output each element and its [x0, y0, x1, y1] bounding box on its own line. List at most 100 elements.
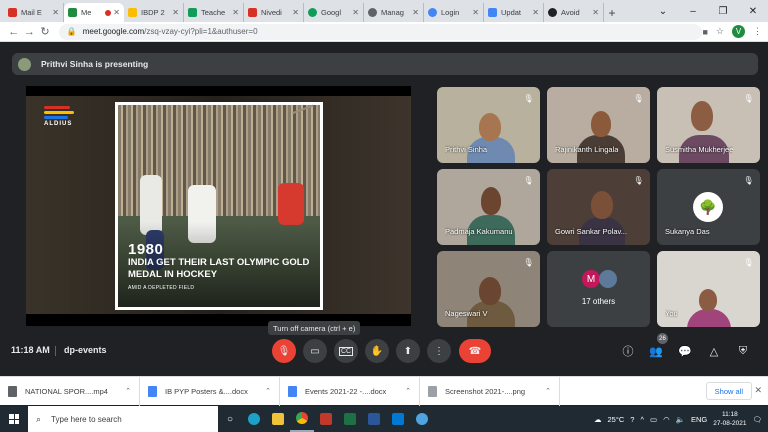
- close-icon[interactable]: ✕: [172, 8, 179, 17]
- back-icon[interactable]: ←: [6, 26, 22, 38]
- taskbar-search-input[interactable]: ⌕ Type here to search: [28, 406, 218, 432]
- chevron-up-icon[interactable]: ^: [640, 415, 644, 424]
- media-icon[interactable]: [314, 406, 338, 432]
- camera-in-use-icon[interactable]: ■: [702, 27, 707, 37]
- raise-hand-button[interactable]: ✋: [365, 339, 389, 363]
- participant-name: Padmaja Kakumanu: [445, 227, 513, 236]
- participant-name: Prithvi Sinha: [445, 145, 488, 154]
- chrome-icon[interactable]: [290, 406, 314, 432]
- weather-icon[interactable]: ☁: [594, 415, 602, 424]
- battery-icon[interactable]: ▭: [650, 415, 657, 424]
- excel-icon[interactable]: [338, 406, 362, 432]
- new-tab-button[interactable]: +: [604, 3, 620, 22]
- participant-tile[interactable]: 🎙 Gowri Sankar Polav...: [547, 169, 650, 245]
- mic-off-icon: 🎙: [633, 94, 644, 103]
- browser-tab[interactable]: Mail E ✕: [4, 3, 64, 22]
- maximize-icon[interactable]: ❐: [708, 6, 738, 17]
- close-icon[interactable]: ✕: [52, 8, 59, 17]
- participant-tile[interactable]: 🎙 Prithvi Sinha: [437, 87, 540, 163]
- wifi-icon[interactable]: ◠: [663, 415, 670, 424]
- download-item[interactable]: Events 2021-22 -....docx ⌃: [280, 376, 420, 406]
- minimize-icon[interactable]: –: [678, 6, 708, 17]
- mic-toggle-button[interactable]: 🎙: [272, 339, 296, 363]
- close-icon[interactable]: ✕: [292, 8, 299, 17]
- clock[interactable]: 11:18 27-08-2021: [713, 410, 746, 428]
- reload-icon[interactable]: ↻: [37, 25, 53, 38]
- people-button[interactable]: 👥: [648, 343, 664, 359]
- others-tile[interactable]: M 17 others: [547, 251, 650, 327]
- mic-off-icon: 🎙: [523, 94, 534, 103]
- chevron-up-icon[interactable]: ⌃: [265, 387, 271, 395]
- close-icon[interactable]: ✕: [113, 8, 120, 17]
- self-tile[interactable]: 🎙 You: [657, 251, 760, 327]
- meeting-details-button[interactable]: ⓘ: [620, 343, 636, 359]
- menu-icon[interactable]: ⋮: [753, 26, 762, 37]
- close-window-icon[interactable]: ✕: [738, 6, 768, 17]
- present-button[interactable]: ⬆: [396, 339, 420, 363]
- bookmark-star-icon[interactable]: ☆: [716, 26, 724, 37]
- browser-tab[interactable]: Updat ✕: [484, 3, 544, 22]
- download-item[interactable]: Screenshot 2021-....png ⌃: [420, 376, 560, 406]
- participant-name: Sukanya Das: [665, 227, 710, 236]
- meet-icon: [68, 8, 77, 17]
- close-icon[interactable]: ✕: [472, 8, 479, 17]
- download-item[interactable]: NATIONAL SPOR....mp4 ⌃: [0, 376, 140, 406]
- browser-tab[interactable]: Login ✕: [424, 3, 484, 22]
- participant-tile[interactable]: 🎙 Padmaja Kakumanu: [437, 169, 540, 245]
- captions-button[interactable]: CC: [334, 339, 358, 363]
- browser-tab[interactable]: Nivedi ✕: [244, 3, 304, 22]
- start-button[interactable]: [0, 406, 28, 432]
- chevron-up-icon[interactable]: ⌃: [545, 387, 551, 395]
- browser-tab[interactable]: Teache ✕: [184, 3, 244, 22]
- word-file-icon: [288, 385, 297, 397]
- mail-icon[interactable]: [386, 406, 410, 432]
- help-icon[interactable]: ?: [630, 415, 634, 424]
- temperature[interactable]: 25°C: [608, 415, 625, 424]
- task-view-icon[interactable]: ○: [218, 406, 242, 432]
- system-tray: ☁ 25°C ? ^ ▭ ◠ 🔈 ENG 11:18 27-08-2021 🗨: [594, 406, 768, 432]
- browser-tab-active[interactable]: Me ✕: [64, 3, 124, 22]
- profile-avatar[interactable]: V: [732, 25, 745, 38]
- tab-search-icon[interactable]: ⌄: [648, 6, 678, 17]
- presenting-banner: Prithvi Sinha is presenting: [12, 53, 758, 75]
- word-icon[interactable]: [362, 406, 386, 432]
- url-input[interactable]: 🔒 meet.google.com/zsq-vzay-cyi?pli=1&aut…: [58, 23, 703, 40]
- participant-tile[interactable]: 🎙 Susmitha Mukherjee: [657, 87, 760, 163]
- activities-button[interactable]: △: [706, 343, 722, 359]
- participant-tile[interactable]: 🎙 Rajinikanth Lingala: [547, 87, 650, 163]
- lock-icon[interactable]: 🔒: [67, 27, 77, 36]
- volume-icon[interactable]: 🔈: [676, 415, 685, 424]
- google-icon: [308, 8, 317, 17]
- participant-tile[interactable]: 🎙 Nageswari V: [437, 251, 540, 327]
- more-options-button[interactable]: ⋮: [427, 339, 451, 363]
- download-item[interactable]: IB PYP Posters &....docx ⌃: [140, 376, 280, 406]
- mic-off-icon: 🎙: [743, 94, 754, 103]
- camera-toggle-button[interactable]: ▭: [303, 339, 327, 363]
- close-icon[interactable]: ✕: [592, 8, 599, 17]
- host-controls-button[interactable]: ⛨: [735, 343, 751, 359]
- browser-tab[interactable]: Manag ✕: [364, 3, 424, 22]
- browser-tab[interactable]: Avoid ✕: [544, 3, 604, 22]
- close-icon[interactable]: ✕: [532, 8, 539, 17]
- chevron-up-icon[interactable]: ⌃: [405, 387, 411, 395]
- leave-call-button[interactable]: ☎: [459, 339, 491, 363]
- close-icon[interactable]: ✕: [352, 8, 359, 17]
- close-icon[interactable]: ✕: [232, 8, 239, 17]
- close-icon[interactable]: ✕: [754, 385, 762, 396]
- presentation-stage: ALDIUS 1980 INDIA GET THEIR LAST OLYMPIC…: [26, 86, 411, 326]
- browser-tab[interactable]: Googl ✕: [304, 3, 364, 22]
- chat-button[interactable]: 💬: [677, 343, 693, 359]
- chevron-up-icon[interactable]: ⌃: [125, 387, 131, 395]
- forward-icon[interactable]: →: [22, 26, 38, 38]
- notification-icon[interactable]: 🗨: [752, 415, 762, 424]
- show-all-button[interactable]: Show all: [705, 382, 752, 400]
- close-icon[interactable]: ✕: [412, 8, 419, 17]
- browser-tab[interactable]: IBDP 2 ✕: [124, 3, 184, 22]
- slide-headline: INDIA GET THEIR LAST OLYMPIC GOLD MEDAL …: [128, 257, 310, 280]
- edge-icon[interactable]: [242, 406, 266, 432]
- app-icon[interactable]: [410, 406, 434, 432]
- participant-tile[interactable]: 🌳 🎙 Sukanya Das: [657, 169, 760, 245]
- more-vert-icon: ⋮: [434, 345, 444, 357]
- language-indicator[interactable]: ENG: [691, 415, 707, 424]
- file-explorer-icon[interactable]: [266, 406, 290, 432]
